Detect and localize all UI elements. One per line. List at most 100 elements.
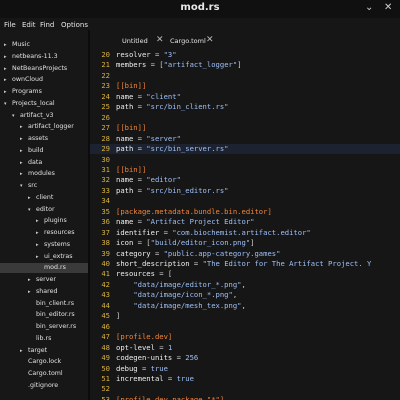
code-line: 42 "data/image/editor_*.png", [90, 280, 400, 290]
line-number: 50 [101, 363, 110, 373]
tree-item[interactable]: bin_server.rs [0, 322, 88, 332]
token: category [116, 248, 151, 258]
tree-item[interactable]: ▸ plugins [0, 216, 88, 226]
code-line: 50 debug = true [90, 364, 400, 374]
tree-item-label: bin_server.rs [36, 323, 77, 330]
tree-item[interactable]: ▸ build [0, 146, 88, 156]
collapsed-arrow-icon[interactable]: ▸ [4, 64, 12, 74]
collapsed-arrow-icon[interactable]: ▸ [36, 252, 44, 262]
expanded-arrow-icon[interactable]: ▾ [20, 181, 28, 191]
token: "The Editor for The Artifact Project. Y [202, 259, 372, 268]
menu-edit[interactable]: Edit [22, 21, 36, 29]
collapsed-arrow-icon[interactable]: ▸ [20, 346, 28, 356]
token: = [133, 175, 147, 185]
line-number: 47 [101, 332, 110, 342]
token: ] [116, 311, 121, 321]
tree-item[interactable]: ▸ data [0, 158, 88, 168]
tree-item[interactable]: ▾ editor [0, 205, 88, 215]
tree-item[interactable]: ▸ assets [0, 134, 88, 144]
close-window-icon[interactable]: ✕ [384, 2, 392, 14]
code-editor[interactable]: 20 resolver = "3" 21 members = ["artifact_l… [90, 48, 400, 400]
token: = [ [133, 238, 151, 248]
tree-item[interactable]: ▸ systems [0, 240, 88, 250]
tree-item[interactable]: ▾ src [0, 181, 88, 191]
tree-item[interactable]: .gitignore [0, 381, 88, 391]
tree-item[interactable]: ▸ target [0, 346, 88, 356]
tab-untitled-close-icon[interactable]: ✕ [156, 35, 164, 45]
collapsed-arrow-icon[interactable]: ▸ [4, 40, 12, 50]
line-number: 31 [101, 164, 110, 174]
token: = [189, 259, 203, 268]
tree-item[interactable]: ▸ artifact_logger [0, 122, 88, 132]
token: "3" [163, 50, 177, 59]
tree-item[interactable]: bin_editor.rs [0, 310, 88, 320]
tree-item[interactable]: ▸ resources [0, 228, 88, 238]
minimize-icon[interactable]: ⌄ [365, 2, 373, 14]
token: "com.biochemist.artifact.editor" [172, 227, 311, 237]
tree-item-label: client [36, 193, 54, 201]
token: = [ [146, 60, 164, 70]
code-text: ] [116, 311, 120, 321]
code-line: 37 identifier = "com.biochemist.artifact.… [90, 228, 400, 238]
tree-item[interactable]: ▸ shared [0, 287, 88, 297]
collapsed-arrow-icon[interactable]: ▸ [20, 146, 28, 156]
token: debug [116, 363, 138, 373]
collapsed-arrow-icon[interactable]: ▸ [20, 169, 28, 179]
tab-cargo-toml-close-icon[interactable]: ✕ [206, 35, 214, 45]
collapsed-arrow-icon[interactable]: ▸ [20, 158, 28, 168]
token: = [133, 217, 147, 227]
menu-options[interactable]: Options [61, 21, 88, 29]
tree-item[interactable]: lib.rs [0, 334, 88, 344]
tree-item-label: .gitignore [28, 381, 59, 389]
collapsed-arrow-icon[interactable]: ▸ [36, 216, 44, 226]
menu-find[interactable]: Find [40, 21, 54, 29]
tree-item[interactable]: ▸ server [0, 275, 88, 285]
line-number: 26 [101, 112, 110, 122]
menu-file[interactable]: File [4, 21, 16, 29]
tree-item[interactable]: ▾ artifact_v3 [0, 111, 88, 121]
tree-item[interactable]: Cargo.toml [0, 369, 88, 379]
code-text: path = "src/bin_editor.rs" [116, 186, 229, 196]
collapsed-arrow-icon[interactable]: ▸ [36, 240, 44, 250]
collapsed-arrow-icon[interactable]: ▸ [4, 52, 12, 62]
tree-item[interactable]: ▸ client [0, 193, 88, 203]
token: "data/image/editor_*.png" [133, 279, 242, 289]
code-line: 46 [90, 322, 400, 332]
code-text: path = "src/bin_server.rs" [116, 144, 229, 154]
tree-item[interactable]: ▸ NetBeansProjects [0, 64, 88, 74]
token: , [241, 300, 246, 310]
collapsed-arrow-icon[interactable]: ▸ [36, 228, 44, 238]
tree-item[interactable]: mod.rs [0, 263, 88, 274]
collapsed-arrow-icon[interactable]: ▸ [28, 287, 36, 297]
token: short_description [116, 259, 190, 268]
collapsed-arrow-icon[interactable]: ▸ [28, 275, 36, 285]
code-text: name = "client" [116, 92, 181, 102]
tree-item-label: Programs [12, 88, 42, 95]
token: = [163, 373, 177, 383]
collapsed-arrow-icon[interactable]: ▸ [4, 75, 12, 85]
tree-item-label: build [28, 146, 44, 154]
tree-item[interactable]: ▾ Projects_local [0, 99, 88, 109]
tree-item-label: systems [44, 240, 71, 248]
tab-untitled[interactable]: Untitled [122, 37, 148, 45]
tree-item[interactable]: Cargo.lock [0, 357, 88, 367]
collapsed-arrow-icon[interactable]: ▸ [20, 122, 28, 132]
tree-item[interactable]: ▸ Programs [0, 87, 88, 97]
tree-item-label: plugins [44, 217, 67, 225]
collapsed-arrow-icon[interactable]: ▸ [20, 134, 28, 144]
tree-item[interactable]: bin_client.rs [0, 299, 88, 309]
tab-cargo-toml[interactable]: Cargo.toml [170, 37, 206, 45]
tree-item[interactable]: ▸ modules [0, 169, 88, 179]
expanded-arrow-icon[interactable]: ▾ [12, 111, 20, 121]
code-line: 22 [90, 71, 400, 81]
tree-item[interactable]: ▸ Music [0, 40, 88, 50]
collapsed-arrow-icon[interactable]: ▸ [28, 193, 36, 203]
token: "editor" [146, 175, 181, 185]
expanded-arrow-icon[interactable]: ▾ [4, 99, 12, 109]
tree-item[interactable]: ▸ netbeans-11.3 [0, 52, 88, 62]
collapsed-arrow-icon[interactable]: ▸ [4, 87, 12, 97]
token: "data/image/mesh_tex.png" [133, 300, 242, 310]
tree-item[interactable]: ▸ ui_extras [0, 252, 88, 262]
expanded-arrow-icon[interactable]: ▾ [28, 205, 36, 215]
tree-item[interactable]: ▸ ownCloud [0, 75, 88, 85]
